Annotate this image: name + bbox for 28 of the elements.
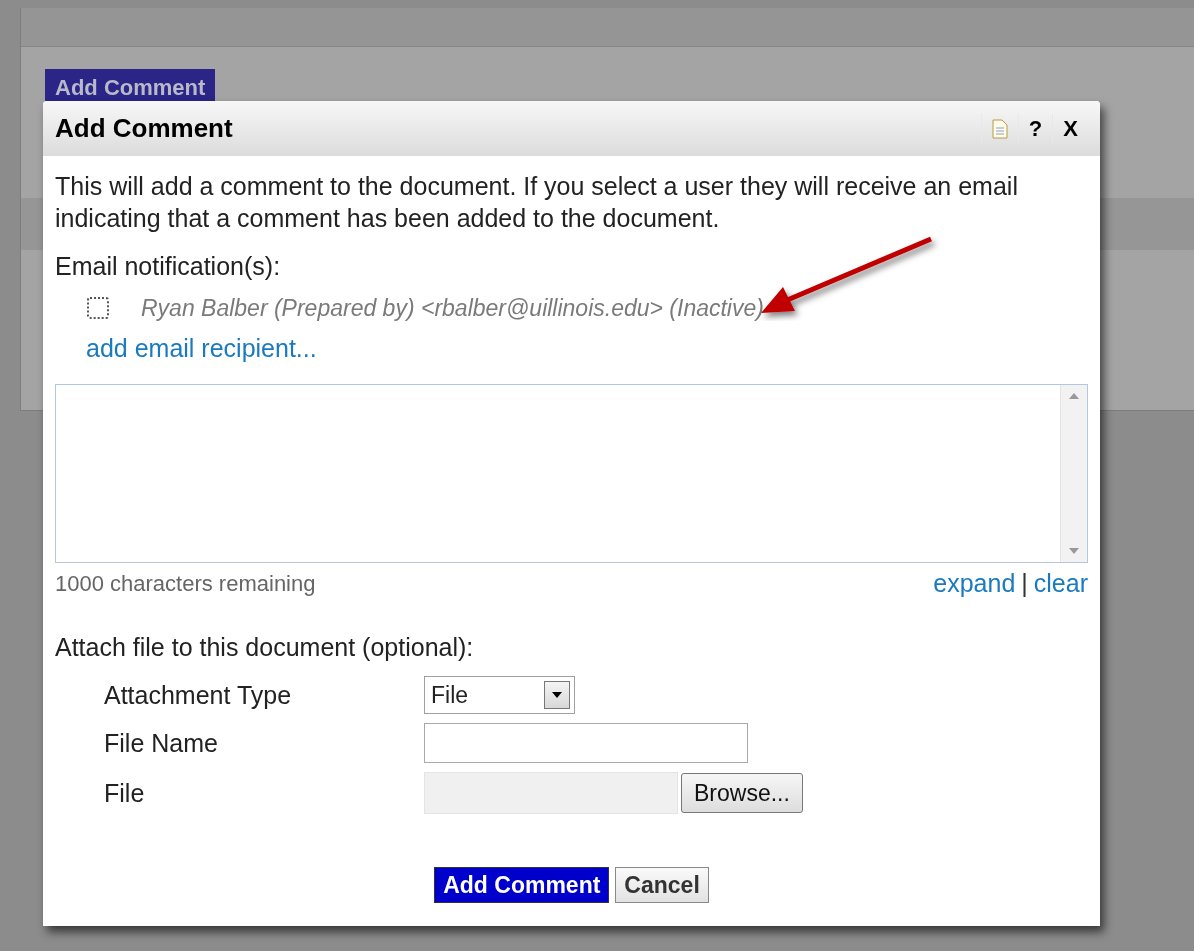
separator: | bbox=[1021, 569, 1028, 598]
cancel-button[interactable]: Cancel bbox=[615, 867, 709, 903]
field-label: File bbox=[104, 778, 146, 808]
field-label: Attachment Type bbox=[104, 680, 293, 710]
field-label: File Name bbox=[104, 728, 219, 758]
dialog-title: Add Comment bbox=[55, 113, 234, 144]
characters-remaining: 1000 characters remaining bbox=[55, 570, 317, 597]
recipient-label: Ryan Balber (Prepared by) <rbalber@uillinois.edu> (Inactive) bbox=[141, 294, 764, 322]
scroll-up-icon[interactable] bbox=[1069, 393, 1079, 399]
file-name-field[interactable] bbox=[424, 723, 748, 763]
help-button[interactable]: ? bbox=[1017, 113, 1053, 144]
scroll-down-icon[interactable] bbox=[1069, 548, 1079, 554]
section-label: Email notification(s): bbox=[55, 251, 282, 281]
intro-text: This will add a comment to the document. If you select a user they will receive an email indicating that a comment has been added to the document. bbox=[55, 171, 1019, 234]
checkbox[interactable] bbox=[87, 297, 109, 319]
text-link[interactable]: clear bbox=[1033, 569, 1088, 598]
caret-icon bbox=[552, 692, 562, 698]
text-link[interactable]: expand bbox=[933, 569, 1016, 598]
document-icon[interactable] bbox=[991, 118, 1008, 139]
attachment-type-dropdown[interactable]: File bbox=[424, 676, 575, 714]
add-recipient-link[interactable]: add email recipient... bbox=[86, 333, 317, 363]
close-button[interactable]: X bbox=[1052, 113, 1088, 144]
file-path-field[interactable] bbox=[424, 772, 678, 814]
comment-field[interactable] bbox=[55, 384, 1088, 563]
section-label: Attach file to this document (optional): bbox=[55, 632, 475, 662]
add-comment-button[interactable]: Add Comment bbox=[434, 867, 610, 903]
add-comment-button[interactable]: Add Comment bbox=[45, 69, 216, 101]
browse-button[interactable]: Browse... bbox=[681, 773, 803, 813]
